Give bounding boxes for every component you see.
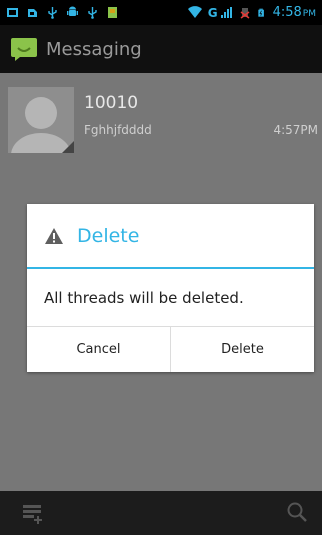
usb-icon [48,7,57,19]
dialog-button-bar: Cancel Delete [27,326,314,372]
signal-icon [220,7,232,18]
messaging-app-icon [11,38,37,61]
usb-icon [88,7,97,19]
no-sim-icon [240,8,250,19]
conversation-sender: 10010 [84,93,139,113]
sd-card-icon [108,7,117,18]
status-clock: 4:58PM [273,5,316,20]
action-bar: Messaging [0,25,322,73]
screen: G 4:58PM Messaging 10010 Fghhjfdddd 4:57… [0,0,322,535]
delete-dialog: Delete All threads will be deleted. Canc… [27,204,314,372]
bottom-bar [0,491,322,535]
delete-confirm-button[interactable]: Delete [170,327,314,372]
wifi-icon [187,6,202,19]
sim-card-icon [28,9,37,17]
status-bar: G 4:58PM [0,0,322,25]
conversation-item[interactable]: 10010 Fghhjfdddd 4:57PM [0,81,322,153]
conversation-snippet: Fghhjfdddd [84,123,152,137]
notification-icon [7,8,18,17]
battery-icon [257,8,264,17]
compose-icon[interactable] [22,501,48,525]
cancel-button[interactable]: Cancel [27,327,170,372]
contact-avatar[interactable] [8,87,74,153]
status-bar-notifications [6,6,119,19]
clock-time: 4:58 [272,5,302,20]
default-contact-icon [8,87,74,153]
android-debug-icon [67,6,78,16]
clock-ampm: PM [302,9,316,19]
dialog-header: Delete [27,204,314,267]
network-type: G [207,5,218,20]
dialog-message: All threads will be deleted. [44,288,244,307]
conversation-time: 4:57PM [273,123,318,137]
warning-icon [45,227,63,244]
dialog-title: Delete [77,224,140,247]
status-bar-system: G 4:58PM [187,5,316,20]
app-title: Messaging [46,38,142,60]
search-icon[interactable] [286,501,308,523]
